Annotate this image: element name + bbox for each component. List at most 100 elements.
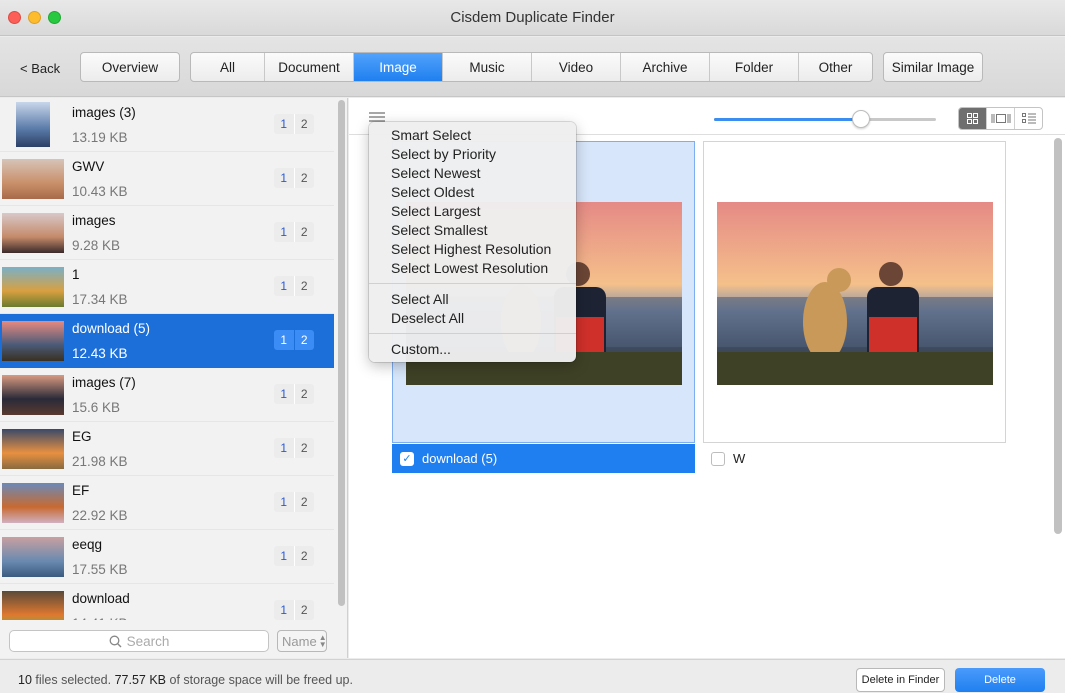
category-tabs: All Document Image Music Video Archive F… xyxy=(190,52,873,82)
group-list-item[interactable]: images (7) 15.6 KB 1 2 xyxy=(0,368,334,422)
badge-first: 1 xyxy=(274,546,295,566)
group-list-item[interactable]: images (3) 13.19 KB 1 2 xyxy=(0,98,334,152)
badge-first: 1 xyxy=(274,330,295,350)
freed-size: 77.57 KB xyxy=(114,673,167,687)
group-size: 17.55 KB xyxy=(72,562,128,577)
group-thumbnail xyxy=(2,267,64,307)
similar-image-button[interactable]: Similar Image xyxy=(883,52,983,82)
preview-scrollbar[interactable] xyxy=(1054,138,1062,534)
menu-item-select-all[interactable]: Select All xyxy=(369,290,576,309)
tab-archive[interactable]: Archive xyxy=(621,53,710,81)
duplicate-count-badge[interactable]: 12 xyxy=(274,168,314,188)
search-input[interactable]: Search xyxy=(9,630,269,652)
tab-video[interactable]: Video xyxy=(532,53,621,81)
group-name: images (3) xyxy=(72,105,136,120)
menu-item-select-smallest[interactable]: Select Smallest xyxy=(369,221,576,240)
menu-separator xyxy=(369,283,576,284)
badge-second: 2 xyxy=(300,549,308,563)
group-thumbnail xyxy=(2,213,64,253)
group-name: images (7) xyxy=(72,375,136,390)
tab-folder[interactable]: Folder xyxy=(710,53,799,81)
delete-button[interactable]: Delete xyxy=(955,668,1045,692)
group-thumbnail xyxy=(2,537,64,577)
group-name: 1 xyxy=(72,267,80,282)
group-name: download xyxy=(72,591,130,606)
window-title: Cisdem Duplicate Finder xyxy=(450,9,615,26)
grid-view-icon[interactable] xyxy=(959,108,987,129)
group-size: 10.43 KB xyxy=(72,184,128,199)
group-list-item[interactable]: download (5) 12.43 KB 1 2 xyxy=(0,314,334,368)
duplicate-count-badge[interactable]: 12 xyxy=(274,384,314,404)
group-name: download (5) xyxy=(72,321,151,336)
delete-in-finder-button[interactable]: Delete in Finder xyxy=(856,668,945,692)
group-name: eeqg xyxy=(72,537,103,552)
slider-fill xyxy=(714,118,861,121)
filmstrip-view-icon[interactable] xyxy=(987,108,1015,129)
duplicate-count-badge[interactable]: 12 xyxy=(274,546,314,566)
slider-knob[interactable] xyxy=(851,110,870,128)
duplicate-count-badge[interactable]: 12 xyxy=(274,492,314,512)
badge-first: 1 xyxy=(274,384,295,404)
group-thumbnail xyxy=(2,429,64,469)
back-button[interactable]: < Back xyxy=(20,61,60,76)
menu-item-select-by-priority[interactable]: Select by Priority xyxy=(369,145,576,164)
group-size: 17.34 KB xyxy=(72,292,128,307)
image-card[interactable] xyxy=(703,141,1006,443)
menu-item-select-largest[interactable]: Select Largest xyxy=(369,202,576,221)
badge-second: 2 xyxy=(300,171,308,185)
group-thumbnail xyxy=(2,375,64,415)
group-list: images (3) 13.19 KB 1 2 GWV 10.43 KB 1 2 images 9… xyxy=(0,98,334,620)
group-size: 12.43 KB xyxy=(72,346,128,361)
menu-item-smart-select[interactable]: Smart Select xyxy=(369,126,576,145)
group-thumbnail xyxy=(2,159,64,199)
duplicate-count-badge[interactable]: 12 xyxy=(274,114,314,134)
card-label: W xyxy=(733,451,746,466)
group-list-item[interactable]: EF 22.92 KB 1 2 xyxy=(0,476,334,530)
group-list-item[interactable]: GWV 10.43 KB 1 2 xyxy=(0,152,334,206)
list-view-icon[interactable] xyxy=(1015,108,1042,129)
group-list-item[interactable]: 1 17.34 KB 1 2 xyxy=(0,260,334,314)
badge-second: 2 xyxy=(300,279,308,293)
tab-music[interactable]: Music xyxy=(443,53,532,81)
badge-second: 2 xyxy=(300,387,308,401)
tab-other[interactable]: Other xyxy=(799,53,872,81)
group-list-item[interactable]: EG 21.98 KB 1 2 xyxy=(0,422,334,476)
tab-image[interactable]: Image xyxy=(354,53,443,81)
badge-second: 2 xyxy=(300,333,308,347)
menu-item-deselect-all[interactable]: Deselect All xyxy=(369,309,576,328)
tab-document[interactable]: Document xyxy=(265,53,354,81)
card-checkbox[interactable] xyxy=(711,451,725,466)
badge-first: 1 xyxy=(274,492,295,512)
menu-item-select-newest[interactable]: Select Newest xyxy=(369,164,576,183)
duplicate-group-sidebar: images (3) 13.19 KB 1 2 GWV 10.43 KB 1 2 images 9… xyxy=(0,98,348,658)
group-name: EF xyxy=(72,483,90,498)
sort-select[interactable]: Name ▲ ▼ xyxy=(277,630,327,652)
group-size: 22.92 KB xyxy=(72,508,128,523)
menu-item-custom[interactable]: Custom... xyxy=(369,340,576,359)
view-mode-switch xyxy=(958,107,1043,130)
tab-all[interactable]: All xyxy=(191,53,265,81)
group-thumbnail xyxy=(2,321,64,361)
menu-item-select-highest-resolution[interactable]: Select Highest Resolution xyxy=(369,240,576,259)
group-size: 13.19 KB xyxy=(72,130,128,145)
group-list-item[interactable]: images 9.28 KB 1 2 xyxy=(0,206,334,260)
group-list-item[interactable]: eeqg 17.55 KB 1 2 xyxy=(0,530,334,584)
group-name: EG xyxy=(72,429,92,444)
menu-item-select-oldest[interactable]: Select Oldest xyxy=(369,183,576,202)
badge-second: 2 xyxy=(300,603,308,617)
duplicate-count-badge[interactable]: 12 xyxy=(274,330,314,350)
duplicate-count-badge[interactable]: 12 xyxy=(274,222,314,242)
card-checkbox-checked[interactable]: ✓ xyxy=(400,451,414,466)
group-thumbnail xyxy=(2,483,64,523)
group-list-item[interactable]: download 14.41 KB 12 xyxy=(0,584,334,620)
menu-item-select-lowest-resolution[interactable]: Select Lowest Resolution xyxy=(369,259,576,278)
duplicate-count-badge[interactable]: 12 xyxy=(274,438,314,458)
thumbnail-size-slider[interactable] xyxy=(714,110,936,128)
overview-button[interactable]: Overview xyxy=(80,52,180,82)
sidebar-scrollbar[interactable] xyxy=(338,100,345,606)
badge-second: 2 xyxy=(300,441,308,455)
badge-first: 1 xyxy=(274,600,295,620)
duplicate-count-badge[interactable]: 12 xyxy=(274,600,314,620)
duplicate-count-badge[interactable]: 12 xyxy=(274,276,314,296)
updown-arrows-icon: ▲ ▼ xyxy=(318,633,327,649)
